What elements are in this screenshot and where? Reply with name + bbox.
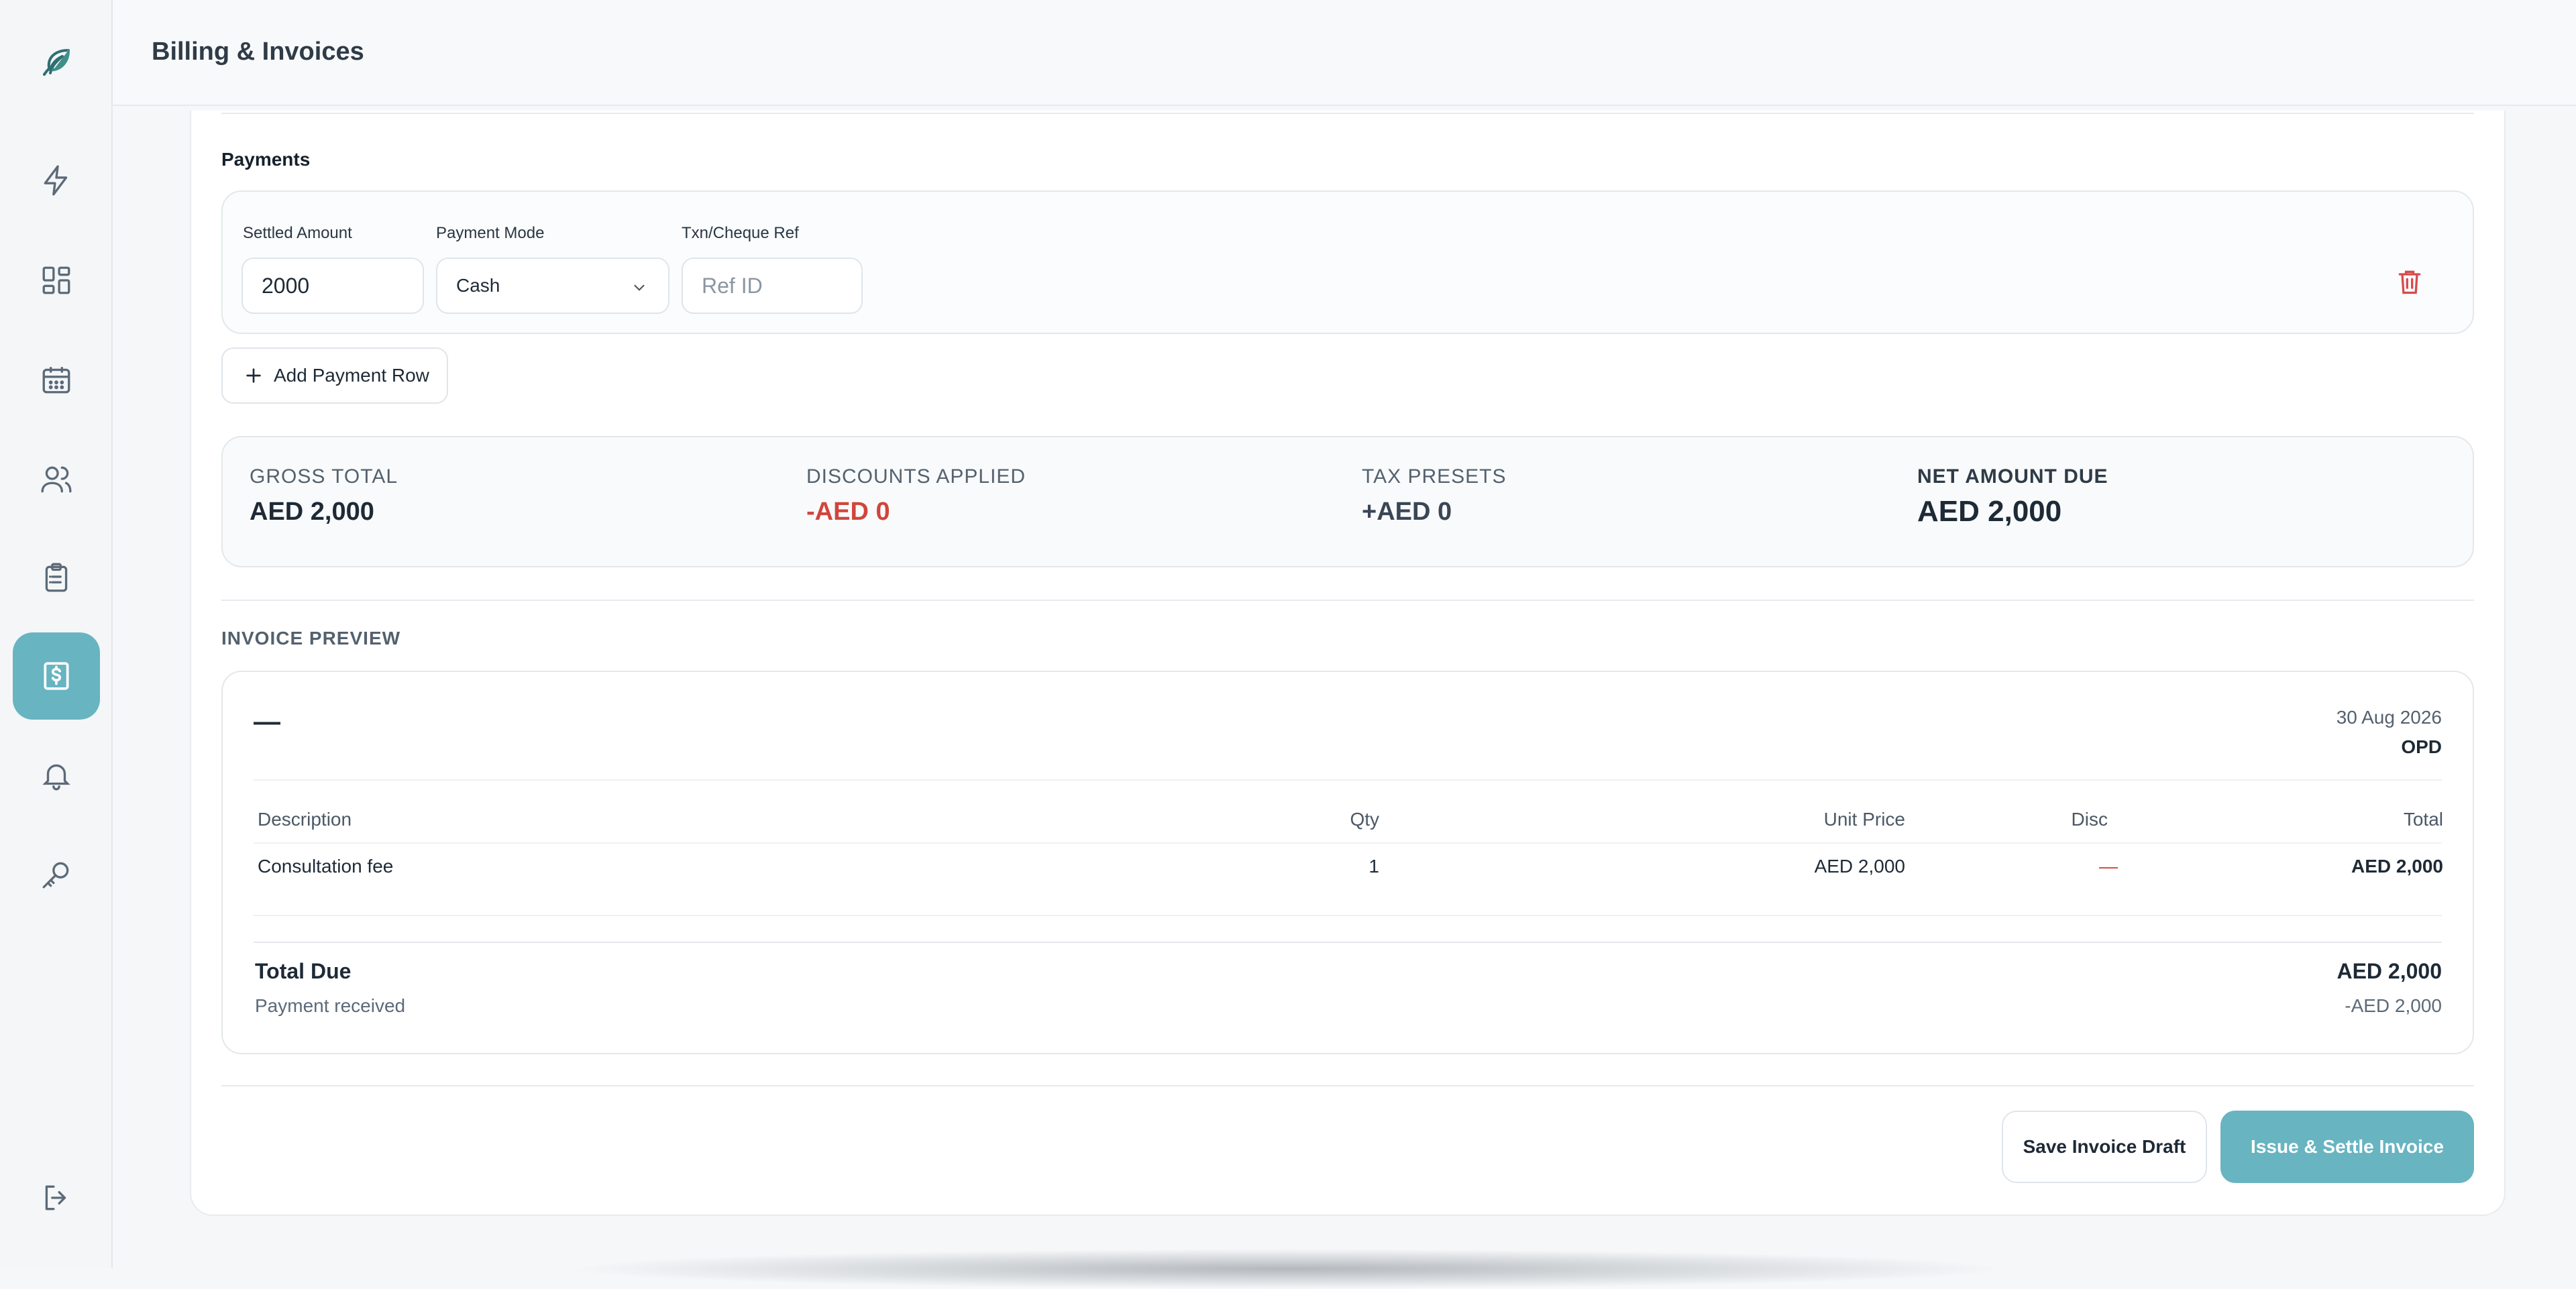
plus-icon — [246, 368, 261, 383]
invoice-preview: — 30 Aug 2026 OPD Description Qty Unit P… — [221, 671, 2474, 1054]
payment-mode-select[interactable]: Cash — [436, 258, 669, 314]
col-qty: Qty — [1350, 809, 1379, 830]
gross-total-label: GROSS TOTAL — [250, 465, 398, 488]
invoice-type: OPD — [2401, 736, 2442, 757]
sidebar-item-calendar[interactable] — [13, 336, 100, 423]
tax-presets-value: +AED 0 — [1362, 498, 1452, 526]
divider — [254, 842, 2442, 844]
net-amount-label: NET AMOUNT DUE — [1917, 465, 2108, 488]
settled-amount-input[interactable]: 2000 — [241, 258, 424, 314]
issue-settle-invoice-button[interactable]: Issue & Settle Invoice — [2220, 1111, 2474, 1183]
tax-presets-label: TAX PRESETS — [1362, 465, 1507, 488]
grid-icon — [42, 266, 70, 294]
row-description: Consultation fee — [258, 856, 394, 877]
payment-received-label: Payment received — [255, 995, 406, 1016]
row-qty: 1 — [1368, 856, 1379, 877]
col-unit-price: Unit Price — [1823, 809, 1905, 830]
txn-ref-label: Txn/Cheque Ref — [682, 224, 799, 242]
payment-received-value: -AED 2,000 — [2345, 995, 2442, 1016]
sidebar-item-quick-actions[interactable] — [13, 137, 100, 224]
col-description: Description — [258, 809, 352, 830]
invoice-preview-label: INVOICE PREVIEW — [221, 628, 401, 649]
sidebar-item-dashboard[interactable] — [13, 237, 100, 324]
users-icon — [41, 466, 72, 493]
sidebar-item-notifications[interactable] — [13, 732, 100, 819]
sidebar-item-records[interactable] — [13, 535, 100, 622]
row-disc: — — [2099, 856, 2118, 877]
col-total: Total — [2403, 809, 2443, 830]
col-disc: Disc — [2071, 809, 2108, 830]
app-logo[interactable] — [13, 19, 100, 106]
page-title: Billing & Invoices — [152, 38, 364, 66]
payment-row: Settled Amount 2000 Payment Mode Cash Tx… — [221, 190, 2474, 334]
invoice-dollar-icon — [44, 662, 69, 690]
totals-summary: GROSS TOTAL AED 2,000 DISCOUNTS APPLIED … — [221, 436, 2474, 567]
section-divider — [221, 600, 2474, 601]
page-header: Billing & Invoices — [113, 0, 2576, 106]
leaf-logo-icon — [42, 48, 70, 76]
payment-mode-value: Cash — [456, 275, 500, 296]
bell-icon — [42, 764, 70, 791]
section-divider — [221, 1085, 2474, 1086]
logout-icon — [45, 1185, 66, 1211]
sidebar-item-logout[interactable] — [13, 1154, 100, 1241]
sidebar-item-patients[interactable] — [13, 435, 100, 522]
save-invoice-draft-button[interactable]: Save Invoice Draft — [2002, 1111, 2207, 1183]
discounts-label: DISCOUNTS APPLIED — [806, 465, 1026, 488]
calendar-icon — [42, 367, 70, 394]
trash-icon[interactable] — [2395, 267, 2424, 296]
gross-total-value: AED 2,000 — [250, 498, 374, 526]
total-due-value: AED 2,000 — [2337, 959, 2442, 983]
chevron-down-icon — [634, 284, 645, 291]
sidebar — [0, 0, 113, 1268]
section-divider — [221, 113, 2474, 114]
key-icon — [42, 862, 69, 889]
invoice-number: — — [254, 707, 280, 736]
lightning-icon — [44, 165, 68, 196]
row-unit-price: AED 2,000 — [1814, 856, 1905, 877]
txn-ref-input[interactable]: Ref ID — [682, 258, 863, 314]
discounts-value: -AED 0 — [806, 498, 890, 526]
add-payment-row-button[interactable]: Add Payment Row — [221, 347, 448, 404]
net-amount-value: AED 2,000 — [1917, 495, 2062, 528]
divider — [254, 915, 2442, 916]
clipboard-icon — [45, 563, 68, 592]
payments-title: Payments — [221, 149, 311, 170]
divider — [254, 779, 2442, 781]
bottom-shadow — [564, 1249, 2012, 1289]
row-total: AED 2,000 — [2351, 856, 2443, 877]
sidebar-item-access[interactable] — [13, 831, 100, 918]
divider — [254, 942, 2442, 943]
total-due-label: Total Due — [255, 959, 352, 983]
sidebar-item-billing[interactable] — [13, 632, 100, 720]
payment-mode-label: Payment Mode — [436, 224, 545, 242]
add-payment-row-label: Add Payment Row — [274, 365, 429, 386]
settled-amount-label: Settled Amount — [243, 224, 352, 242]
invoice-date: 30 Aug 2026 — [2336, 707, 2442, 728]
